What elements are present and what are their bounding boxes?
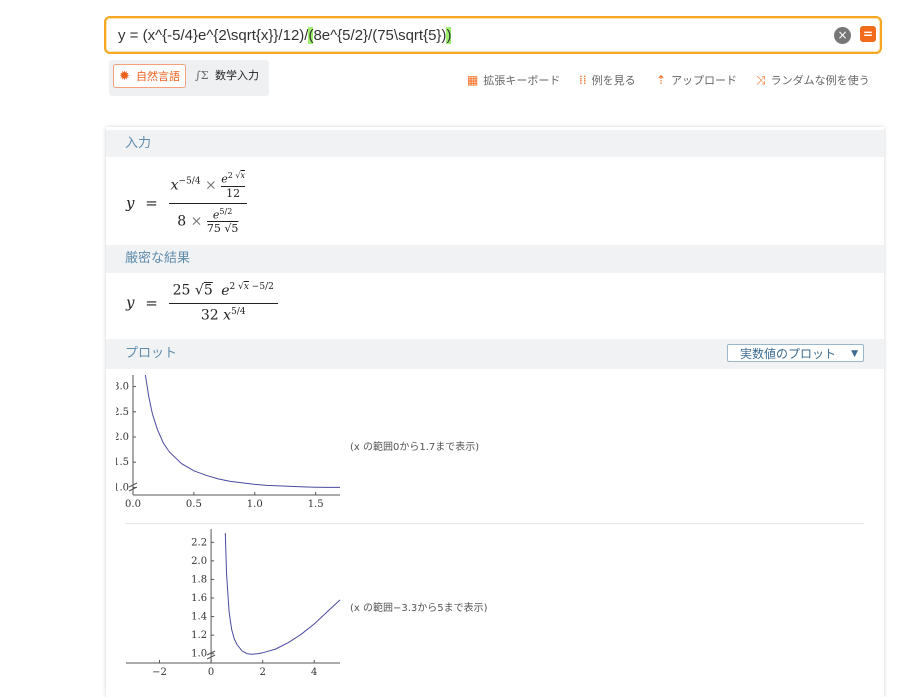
x-tick-label: 0.0 bbox=[125, 499, 141, 510]
compute-button[interactable]: = bbox=[860, 26, 876, 42]
y-tick-label: 2.0 bbox=[191, 556, 207, 567]
formula-symbol: = bbox=[145, 293, 158, 312]
formula-symbol: e bbox=[221, 282, 230, 299]
formula-symbol: 2 bbox=[227, 171, 233, 180]
plot-divider bbox=[125, 523, 864, 524]
formula-symbol: 2 bbox=[229, 282, 236, 292]
y-tick-label: 1.0 bbox=[116, 482, 129, 493]
input-fraction: x−5/4 × e2 √x 12 8 × e5/2 75 √5 bbox=[168, 171, 247, 236]
formula-symbol: 75 bbox=[206, 222, 221, 236]
plot-1: 0.0 0.5 1.0 1.5 1.0 1.5 2.0 2.5 3.0 bbox=[116, 375, 340, 510]
formula-symbol: √ bbox=[194, 282, 204, 299]
y-tick-label: 1.4 bbox=[191, 612, 207, 623]
plot-1-range-note: (x の範囲0から1.7まで表示) bbox=[350, 442, 480, 453]
formula-symbol: 5/4 bbox=[231, 306, 246, 317]
formula-symbol: −5/2 bbox=[248, 282, 274, 292]
x-tick-label: 0 bbox=[208, 667, 214, 678]
y-tick-label: 3.0 bbox=[116, 382, 129, 393]
plot-2: −2 0 2 4 1.0 1.2 1.4 1.6 1.8 2.0 2.2 bbox=[126, 529, 341, 678]
formula-symbol: x bbox=[170, 177, 179, 194]
upload-link[interactable]: ⇡ アップロード bbox=[656, 72, 737, 88]
input-mode-toggle: ✹ 自然言語 ∫Σ 数学入力 bbox=[109, 60, 269, 96]
y-tick-label: 1.8 bbox=[191, 574, 207, 585]
y-tick-label: 1.2 bbox=[191, 630, 207, 641]
x-tick-label: 4 bbox=[311, 667, 317, 678]
formula-symbol: 32 bbox=[200, 307, 219, 324]
tool-label: アップロード bbox=[671, 74, 738, 87]
tool-label: 例を見る bbox=[591, 74, 636, 87]
series-line bbox=[224, 532, 341, 655]
formula-symbol: y bbox=[126, 293, 135, 312]
formula-symbol: × bbox=[205, 177, 217, 194]
examples-link[interactable]: ⁞⁞ 例を見る bbox=[579, 72, 636, 88]
gear-icon: ✹ bbox=[119, 69, 130, 84]
formula-symbol: y bbox=[126, 194, 135, 213]
plot-type-label: 実数値のプロット bbox=[740, 347, 837, 361]
formula-symbol: 5 bbox=[203, 282, 213, 299]
input-formula: y = x−5/4 × e2 √x 12 8 × e5/2 75 √5 bbox=[126, 171, 247, 235]
x-tick-label: 2 bbox=[259, 667, 265, 678]
exact-result-formula: y = 25 √5 e2 √x −5/2 32 x5/4 bbox=[126, 282, 278, 323]
tool-label: 拡張キーボード bbox=[483, 74, 561, 87]
y-tick-label: 2.0 bbox=[116, 432, 129, 443]
results-card: 入力 y = x−5/4 × e2 √x 12 8 × e5/2 75 √5 厳… bbox=[106, 127, 884, 697]
formula-symbol: 12 bbox=[226, 186, 241, 200]
formula-symbol: 8 bbox=[177, 212, 187, 229]
math-symbols-icon: ∫Σ bbox=[195, 69, 209, 82]
formula-symbol: × bbox=[190, 212, 203, 229]
upload-icon: ⇡ bbox=[656, 73, 667, 87]
formula-symbol: x bbox=[223, 307, 232, 324]
x-tick-label: 1.5 bbox=[308, 499, 324, 510]
x-tick-label: 1.0 bbox=[247, 499, 263, 510]
random-icon: ⤨ bbox=[756, 73, 766, 87]
plot-type-select[interactable]: 実数値のプロット ▼ bbox=[727, 344, 864, 362]
keyboard-icon: ▦ bbox=[467, 73, 479, 87]
input-pod-title: 入力 bbox=[106, 130, 884, 157]
extended-keyboard-link[interactable]: ▦ 拡張キーボード bbox=[467, 72, 560, 88]
chevron-down-icon: ▼ bbox=[851, 349, 858, 359]
y-tick-label: 1.6 bbox=[191, 593, 207, 604]
plot-2-range-note: (x の範囲−3.3から5まで表示) bbox=[350, 603, 488, 614]
math-input-label: 数学入力 bbox=[215, 69, 259, 82]
formula-symbol: = bbox=[145, 194, 158, 213]
examples-icon: ⁞⁞ bbox=[579, 73, 587, 87]
formula-symbol: 25 bbox=[172, 282, 191, 299]
x-tick-label: −2 bbox=[152, 667, 167, 678]
exact-result-pod-title: 厳密な結果 bbox=[106, 245, 884, 273]
clear-icon[interactable]: × bbox=[834, 27, 851, 44]
search-input[interactable]: y = (x^{-5/4}e^{2\sqrt{x}}/12)/(8e^{5/2}… bbox=[104, 16, 882, 54]
formula-symbol: 5 bbox=[231, 222, 239, 236]
y-tick-label: 2.2 bbox=[191, 537, 207, 548]
formula-symbol: 5/2 bbox=[219, 206, 233, 216]
series-line bbox=[144, 375, 340, 488]
natural-language-tab[interactable]: ✹ 自然言語 bbox=[113, 64, 186, 88]
natural-language-label: 自然言語 bbox=[136, 70, 180, 83]
y-tick-label: 1.0 bbox=[191, 649, 207, 660]
y-tick-label: 1.5 bbox=[116, 457, 129, 468]
tool-label: ランダムな例を使う bbox=[770, 74, 870, 87]
exact-fraction: 25 √5 e2 √x −5/2 32 x5/4 bbox=[168, 282, 278, 324]
sub-fraction: e5/2 75 √5 bbox=[206, 206, 239, 236]
y-tick-label: 2.5 bbox=[116, 407, 129, 418]
math-input-tab[interactable]: ∫Σ 数学入力 bbox=[195, 64, 267, 88]
x-tick-label: 0.5 bbox=[186, 499, 202, 510]
query-text[interactable]: y = (x^{-5/4}e^{2\sqrt{x}}/12)/(8e^{5/2}… bbox=[118, 27, 452, 44]
formula-symbol: −5/4 bbox=[178, 176, 201, 187]
formula-symbol: x bbox=[240, 171, 245, 180]
random-example-link[interactable]: ⤨ ランダムな例を使う bbox=[756, 72, 870, 88]
sub-fraction: e2 √x 12 bbox=[221, 171, 245, 200]
